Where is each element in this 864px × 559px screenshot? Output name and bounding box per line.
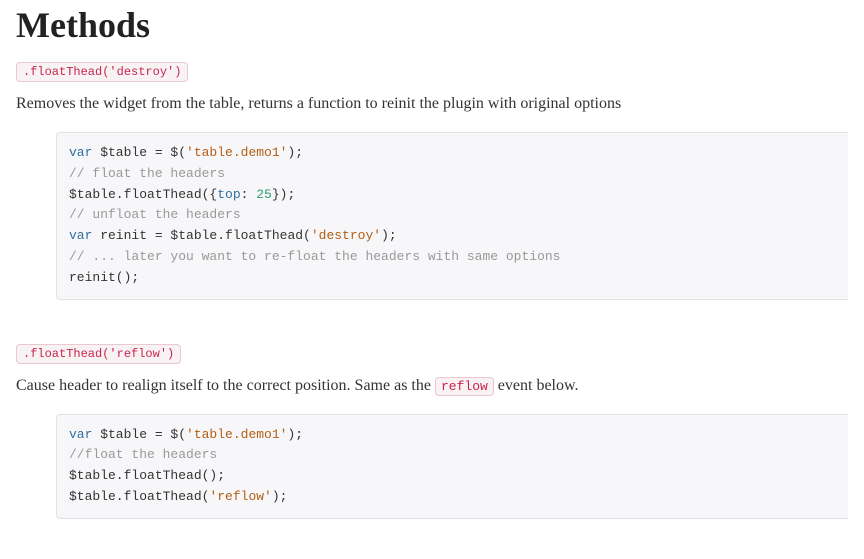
code-token: ); — [272, 489, 288, 504]
code-token: ); — [381, 228, 397, 243]
code-token: 25 — [256, 187, 272, 202]
code-token: ); — [287, 427, 303, 442]
method-section: .floatThead('reflow') Cause header to rea… — [16, 340, 848, 519]
code-token: 'table.demo1' — [186, 427, 287, 442]
code-token: top — [217, 187, 240, 202]
code-token: reinit(); — [69, 270, 139, 285]
method-description: Removes the widget from the table, retur… — [16, 92, 848, 116]
code-token: $table = $( — [92, 427, 186, 442]
description-text: Removes the widget from the table, retur… — [16, 95, 621, 112]
code-token: ); — [287, 145, 303, 160]
code-token: : — [241, 187, 257, 202]
code-token: reinit = $table.floatThead( — [92, 228, 310, 243]
code-token: var — [69, 228, 92, 243]
inline-code: reflow — [435, 377, 494, 396]
code-token: 'reflow' — [209, 489, 271, 504]
code-token: $table.floatThead(); — [69, 468, 225, 483]
code-token: //float the headers — [69, 447, 217, 462]
code-token: }); — [272, 187, 295, 202]
method-section: .floatThead('destroy') Removes the widget… — [16, 58, 848, 300]
code-token: var — [69, 427, 92, 442]
code-token: 'destroy' — [311, 228, 381, 243]
code-token: // float the headers — [69, 166, 225, 181]
code-token: 'table.demo1' — [186, 145, 287, 160]
code-block: var $table = $('table.demo1'); // float … — [56, 132, 848, 300]
method-label: .floatThead('destroy') — [16, 62, 188, 82]
code-token: // unfloat the headers — [69, 207, 241, 222]
code-token: var — [69, 145, 92, 160]
code-token: // ... later you want to re-float the he… — [69, 249, 560, 264]
code-token: $table.floatThead( — [69, 489, 209, 504]
method-description: Cause header to realign itself to the co… — [16, 374, 848, 398]
code-token: $table = $( — [92, 145, 186, 160]
page-title: Methods — [16, 4, 848, 46]
description-text: event below. — [494, 377, 579, 394]
method-label: .floatThead('reflow') — [16, 344, 181, 364]
description-text: Cause header to realign itself to the co… — [16, 377, 435, 394]
code-token: $table.floatThead({ — [69, 187, 217, 202]
code-block: var $table = $('table.demo1'); //float t… — [56, 414, 848, 519]
